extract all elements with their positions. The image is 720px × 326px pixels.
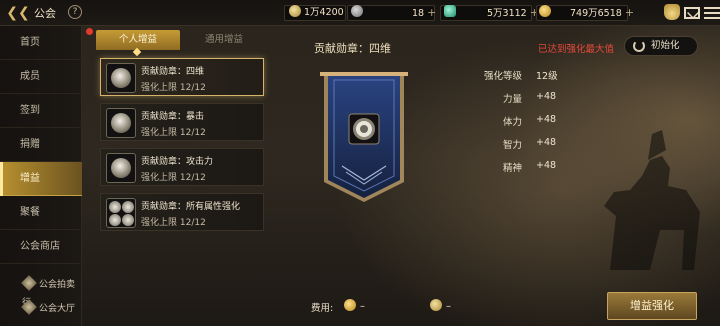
list-item[interactable]: 贡献勋章：暴击 强化上限 12/12 [100, 103, 264, 141]
list-item-name: 贡献勋章：攻击力 [141, 157, 214, 167]
medal-icon [106, 108, 136, 138]
list-item[interactable]: 贡献勋章：攻击力 强化上限 12/12 [100, 148, 264, 186]
medal-icon [106, 153, 136, 183]
stat-key: 强化等级 [483, 71, 522, 82]
background-horseman [604, 130, 700, 270]
gold-icon [539, 5, 551, 17]
multi-medal-icon [106, 198, 136, 228]
stat-value: +48 [536, 137, 557, 148]
hall-icon [21, 299, 37, 315]
resource-gold [539, 5, 554, 21]
tab-personal-buff[interactable]: 个人增益 [96, 30, 180, 50]
back-arrow-icon[interactable]: ❮❮ [4, 3, 32, 23]
resource-gem [444, 5, 459, 21]
pill-icon [430, 299, 442, 311]
resource-gold-value: 749万6518 [570, 8, 622, 19]
list-item-name: 贡献勋章：四维 [141, 67, 205, 77]
stat-value: +48 [536, 91, 557, 102]
cost-pill-value: – [446, 301, 451, 312]
list-item[interactable]: 贡献勋章：四维 强化上限 12/12 [100, 58, 264, 96]
buff-tabs: 个人增益 通用增益 [96, 30, 266, 57]
menu-icon[interactable] [704, 4, 720, 20]
notification-dot [86, 28, 93, 35]
list-item[interactable]: 贡献勋章：所有属性强化 强化上限 12/12 [100, 193, 264, 231]
stat-key: 力量 [502, 94, 522, 105]
detail-title: 贡献勋章：四维 [314, 42, 391, 55]
list-item-limit: 强化上限 12/12 [141, 128, 206, 138]
stat-row: 力量 +48 [466, 91, 576, 109]
resource-coin-value: 18 [412, 8, 425, 19]
add-gold-button[interactable]: + [625, 6, 634, 19]
auction-icon [21, 275, 37, 291]
resource-gem-value: 5万3112 [487, 8, 527, 19]
gold-icon [344, 299, 356, 311]
stat-row: 体力 +48 [466, 114, 576, 132]
coin-icon [351, 5, 363, 17]
stat-value: +48 [536, 160, 557, 171]
list-item-limit: 强化上限 12/12 [141, 173, 206, 183]
mail-icon[interactable] [684, 7, 700, 19]
refresh-icon [633, 40, 645, 52]
list-item-limit: 强化上限 12/12 [141, 83, 206, 93]
bag-icon[interactable] [664, 4, 680, 20]
stat-key: 体力 [502, 117, 522, 128]
resource-pill-value: 1万4200 [304, 7, 344, 18]
sidebar-sub-auction[interactable]: 公会拍卖行 [21, 275, 81, 308]
banner [318, 70, 410, 206]
cost-gold-value: – [360, 301, 365, 312]
sidebar-item-home[interactable]: 首页 [0, 26, 82, 60]
resource-gold-value-wrap: 749万6518 + [570, 5, 634, 21]
sidebar-item-feast[interactable]: 聚餐 [0, 196, 82, 230]
sidebar-item-members[interactable]: 成员 [0, 60, 82, 94]
page-title: 公会 [34, 7, 56, 20]
medal-icon [106, 63, 136, 93]
stat-key: 智力 [502, 140, 522, 151]
sidebar-sub-hall[interactable]: 公会大厅 [21, 299, 76, 318]
sidebar-item-donate[interactable]: 捐赠 [0, 128, 82, 162]
stat-value: +48 [536, 114, 557, 125]
cost-pill: – [430, 299, 451, 312]
reset-button-label: 初始化 [651, 40, 680, 51]
cost-label: 费用: [311, 303, 334, 314]
pill-icon [289, 5, 301, 17]
stat-row: 智力 +48 [466, 137, 576, 155]
list-item-name: 贡献勋章：所有属性强化 [141, 202, 241, 212]
resource-pill: 1万4200 [289, 5, 344, 21]
stat-row: 强化等级 12级 [466, 68, 576, 86]
sidebar-item-buff[interactable]: 增益 [0, 162, 82, 196]
resource-gem-value-wrap: 5万3112 + [487, 5, 539, 21]
stat-value: 12级 [536, 71, 558, 82]
resource-coin [351, 5, 366, 21]
cost-gold: – [344, 299, 365, 312]
maxed-status: 已达到强化最大值 [538, 44, 615, 55]
list-item-limit: 强化上限 12/12 [141, 218, 206, 228]
gem-icon [444, 5, 456, 17]
top-bar: ❮❮ 公会 ? 1万4200 18 + 5万3112 + 749万6518 + [0, 0, 720, 26]
banner-icon [320, 72, 408, 202]
help-icon[interactable]: ? [68, 5, 82, 19]
reset-button[interactable]: 初始化 [624, 36, 698, 56]
list-item-name: 贡献勋章：暴击 [141, 112, 205, 122]
sidebar: 首页 成员 签到 捐赠 增益 聚餐 公会商店 公会拍卖行 公会大厅 [0, 26, 82, 326]
sidebar-item-checkin[interactable]: 签到 [0, 94, 82, 128]
add-coin-button[interactable]: + [427, 6, 436, 19]
sidebar-sub-hall-label: 公会大厅 [39, 304, 76, 314]
stat-key: 精神 [502, 163, 522, 174]
stat-row: 精神 +48 [466, 160, 576, 178]
sidebar-item-guild-shop[interactable]: 公会商店 [0, 230, 82, 264]
enhance-button[interactable]: 增益强化 [607, 292, 697, 320]
tab-common-buff[interactable]: 通用增益 [182, 30, 266, 50]
resource-coin-value-wrap: 18 + [412, 5, 436, 21]
